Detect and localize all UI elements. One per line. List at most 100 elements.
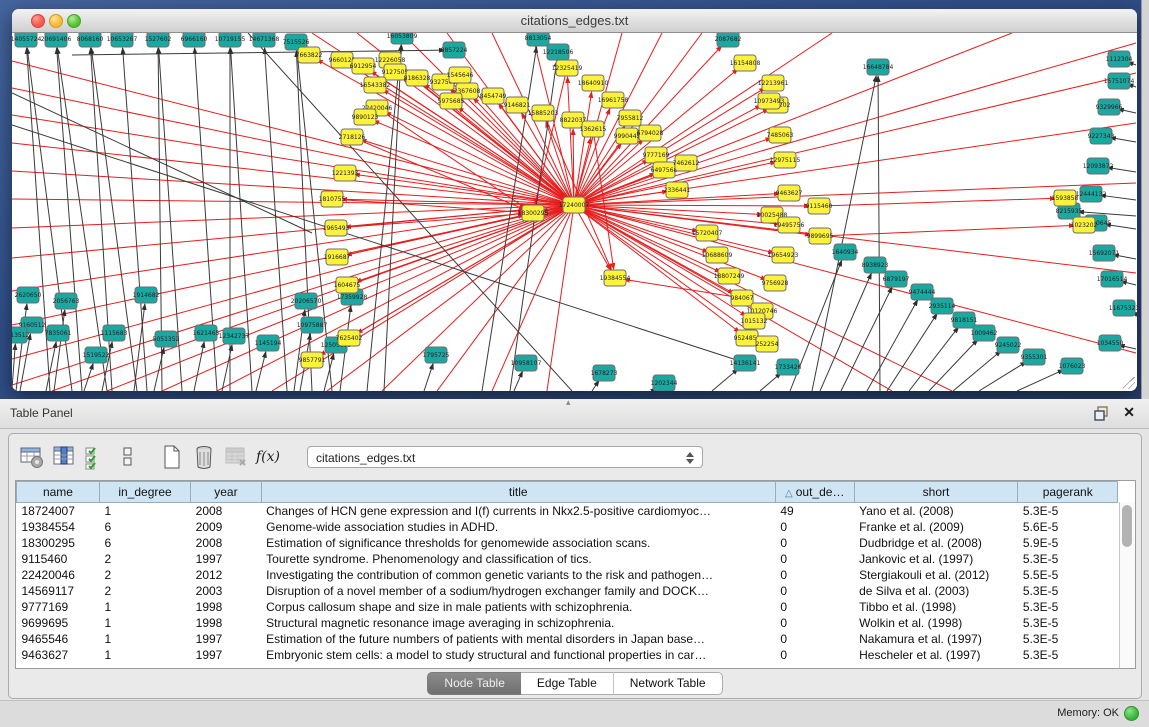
- graph-node[interactable]: 1914682: [133, 287, 160, 303]
- float-panel-icon[interactable]: [1094, 406, 1109, 421]
- graph-node[interactable]: 1112304: [1106, 51, 1133, 67]
- graph-node[interactable]: 2056763: [53, 293, 80, 309]
- table-row[interactable]: 969969511998Structural magnetic resonanc…: [17, 615, 1118, 631]
- graph-node[interactable]: 17240007: [559, 197, 590, 213]
- delete-file-button[interactable]: [189, 443, 219, 471]
- window-titlebar[interactable]: citations_edges.txt: [12, 9, 1137, 33]
- table-row[interactable]: 2242004622012Investigating the contribut…: [17, 567, 1118, 583]
- graph-node[interactable]: 1795725: [423, 347, 450, 363]
- graph-node[interactable]: 18300295: [518, 205, 549, 221]
- graph-node[interactable]: 9146821: [504, 97, 531, 113]
- graph-node[interactable]: 7835061: [45, 325, 72, 341]
- graph-node[interactable]: 12342737: [219, 328, 250, 344]
- graph-node[interactable]: 1202344: [651, 375, 678, 391]
- graph-node[interactable]: 20206570: [291, 293, 322, 309]
- graph-node[interactable]: 252254: [756, 336, 779, 352]
- graph-node[interactable]: 1519522: [83, 347, 110, 363]
- graph-node[interactable]: 12218506: [543, 44, 574, 60]
- graph-node[interactable]: 19384554: [600, 270, 631, 286]
- column-header-out_de[interactable]: △out_de…: [775, 482, 854, 503]
- graph-node[interactable]: 15885203: [528, 105, 559, 121]
- tab-network-table[interactable]: Network Table: [613, 672, 723, 695]
- graph-node[interactable]: 14671368: [249, 33, 280, 47]
- graph-node[interactable]: 10719155: [215, 33, 246, 47]
- graph-node[interactable]: 7485063: [767, 127, 794, 143]
- column-header-in_degree[interactable]: in_degree: [99, 482, 190, 503]
- graph-node[interactable]: 984067: [731, 290, 754, 306]
- graph-node[interactable]: 1023202: [1071, 217, 1098, 233]
- graph-node[interactable]: 2087682: [715, 33, 742, 47]
- graph-node[interactable]: 1916687: [324, 249, 351, 265]
- graph-node[interactable]: 8068160: [77, 33, 104, 47]
- graph-node[interactable]: 2336441: [664, 182, 691, 198]
- graph-node[interactable]: 9899695: [807, 228, 834, 244]
- graph-node[interactable]: 1009462: [971, 325, 998, 341]
- graph-node[interactable]: 14136141: [730, 355, 761, 371]
- table-select-dropdown[interactable]: citations_edges.txt: [307, 446, 703, 468]
- graph-node[interactable]: 16154808: [730, 55, 761, 71]
- graph-node[interactable]: 10958107: [511, 355, 542, 371]
- graph-node[interactable]: 10975887: [297, 317, 328, 333]
- graph-node[interactable]: 20691406: [41, 33, 72, 47]
- graph-node[interactable]: 8186328: [404, 70, 431, 86]
- table-header-row[interactable]: namein_degreeyeartitle△out_de…shortpager…: [17, 482, 1118, 503]
- table-scrollbar[interactable]: [1119, 502, 1135, 668]
- graph-node[interactable]: 16053809: [387, 33, 418, 44]
- graph-node[interactable]: 12213961: [758, 75, 789, 91]
- graph-node[interactable]: 9756928: [762, 275, 789, 291]
- clear-rows-button[interactable]: [113, 443, 143, 471]
- graph-node[interactable]: 9777169: [643, 147, 670, 163]
- graph-node[interactable]: 9890123: [352, 109, 379, 125]
- graph-node[interactable]: 1545646: [447, 67, 474, 83]
- graph-node[interactable]: 19654923: [768, 247, 799, 263]
- close-panel-icon[interactable]: ✕: [1123, 404, 1135, 421]
- graph-node[interactable]: 2935114: [929, 298, 956, 314]
- table-row[interactable]: 1456911722003Disruption of a novel membe…: [17, 583, 1118, 599]
- show-columns-button[interactable]: [49, 443, 79, 471]
- graph-node[interactable]: 5051352: [153, 331, 180, 347]
- graph-node[interactable]: 18807249: [714, 268, 745, 284]
- graph-node[interactable]: 1115683: [101, 325, 128, 341]
- graph-node[interactable]: 9857791: [299, 352, 326, 368]
- graph-node[interactable]: 1015132: [741, 313, 768, 329]
- graph-node[interactable]: 1604675: [334, 277, 361, 293]
- graph-node[interactable]: 1527602: [145, 33, 172, 47]
- new-file-button[interactable]: [157, 443, 187, 471]
- graph-node[interactable]: 1145194: [255, 335, 282, 351]
- graph-node[interactable]: 11675323: [1109, 300, 1137, 316]
- column-header-name[interactable]: name: [17, 482, 100, 503]
- node-table-grid[interactable]: namein_degreeyeartitle△out_de…shortpager…: [16, 481, 1118, 663]
- table-row[interactable]: 1938455462009Genome-wide association stu…: [17, 519, 1118, 535]
- graph-node[interactable]: 1678273: [591, 365, 618, 381]
- column-header-year[interactable]: year: [191, 482, 261, 503]
- graph-node[interactable]: 9245022: [995, 337, 1022, 353]
- graph-node[interactable]: 10653267: [107, 33, 138, 47]
- graph-node[interactable]: 12975115: [770, 152, 801, 168]
- tab-node-table[interactable]: Node Table: [427, 672, 521, 695]
- graph-node[interactable]: 19495756: [774, 217, 805, 233]
- graph-node[interactable]: 1621465: [193, 325, 220, 341]
- table-row[interactable]: 977716911998Corpus callosum shape and si…: [17, 599, 1118, 615]
- graph-node[interactable]: 1034550: [1097, 335, 1124, 351]
- function-builder-button[interactable]: f(x): [253, 443, 283, 471]
- graph-node[interactable]: 15720407: [692, 225, 723, 241]
- graph-node[interactable]: 9474444: [909, 284, 936, 300]
- graph-node[interactable]: 1810755: [319, 191, 346, 207]
- graph-node[interactable]: 9227343: [1088, 128, 1115, 144]
- graph-node[interactable]: 15692071: [1089, 245, 1120, 261]
- table-scrollbar-thumb[interactable]: [1122, 505, 1132, 547]
- table-row[interactable]: 946554611997Estimation of the future num…: [17, 631, 1118, 647]
- splitter-handle-icon[interactable]: ▴: [566, 397, 571, 408]
- graph-node[interactable]: 10688609: [702, 247, 733, 263]
- graph-node[interactable]: 8938923: [862, 257, 889, 273]
- graph-node[interactable]: 6794028: [637, 125, 664, 141]
- graph-node[interactable]: 18640910: [578, 75, 609, 91]
- column-header-title[interactable]: title: [261, 482, 775, 503]
- graph-node[interactable]: 8857224: [441, 42, 468, 58]
- graph-node[interactable]: 12093872: [1083, 158, 1114, 174]
- graph-node[interactable]: 1640934: [832, 244, 859, 260]
- graph-node[interactable]: 7663822: [296, 47, 323, 63]
- graph-node[interactable]: 7462612: [673, 155, 700, 171]
- table-settings-button[interactable]: [17, 443, 47, 471]
- graph-node[interactable]: 15751074: [1104, 73, 1135, 89]
